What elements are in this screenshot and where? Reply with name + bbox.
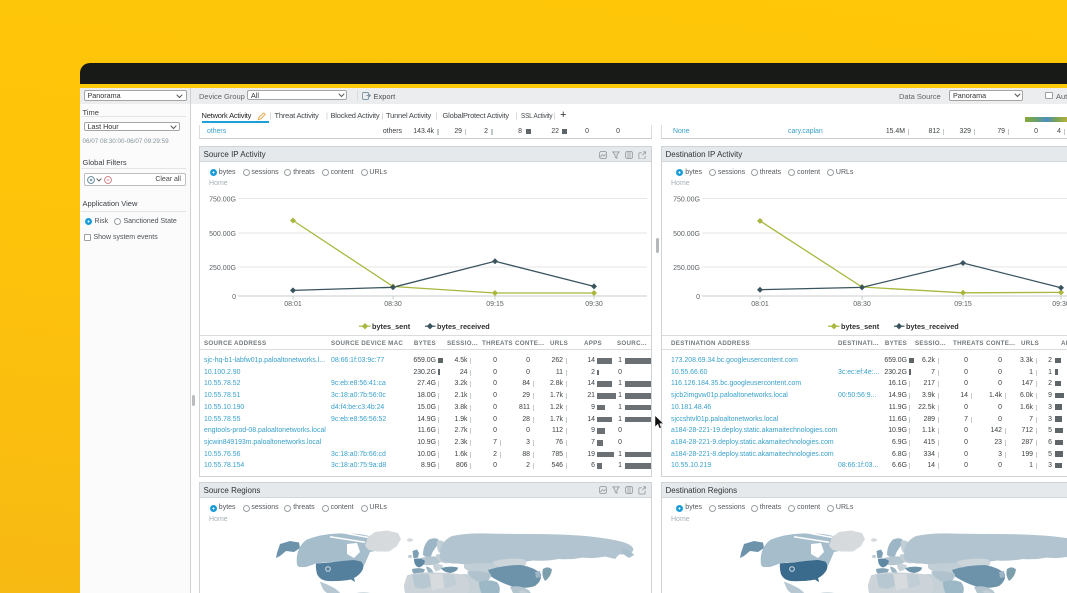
svg-text:bytes_sent: bytes_sent — [372, 322, 411, 331]
svg-text:08:30: 08:30 — [384, 301, 402, 308]
svg-text:500.00G: 500.00G — [673, 231, 700, 238]
svg-text:08:01: 08:01 — [284, 301, 302, 308]
svg-text:09:30: 09:30 — [585, 301, 603, 308]
svg-text:500.00G: 500.00G — [209, 231, 236, 238]
svg-text:09:15: 09:15 — [486, 301, 504, 308]
svg-text:750.00G: 750.00G — [673, 197, 700, 204]
svg-text:bytes_sent: bytes_sent — [841, 322, 880, 331]
svg-text:09:30: 09:30 — [1052, 301, 1067, 308]
svg-text:0: 0 — [232, 294, 236, 301]
svg-text:08:01: 08:01 — [751, 301, 769, 308]
svg-text:750.00G: 750.00G — [209, 197, 236, 204]
svg-text:250.00G: 250.00G — [673, 265, 700, 272]
svg-text:0: 0 — [696, 294, 700, 301]
svg-text:08:30: 08:30 — [853, 301, 871, 308]
svg-text:bytes_received: bytes_received — [906, 322, 959, 331]
svg-text:bytes_received: bytes_received — [437, 322, 490, 331]
svg-text:250.00G: 250.00G — [209, 265, 236, 272]
svg-text:09:15: 09:15 — [954, 301, 972, 308]
